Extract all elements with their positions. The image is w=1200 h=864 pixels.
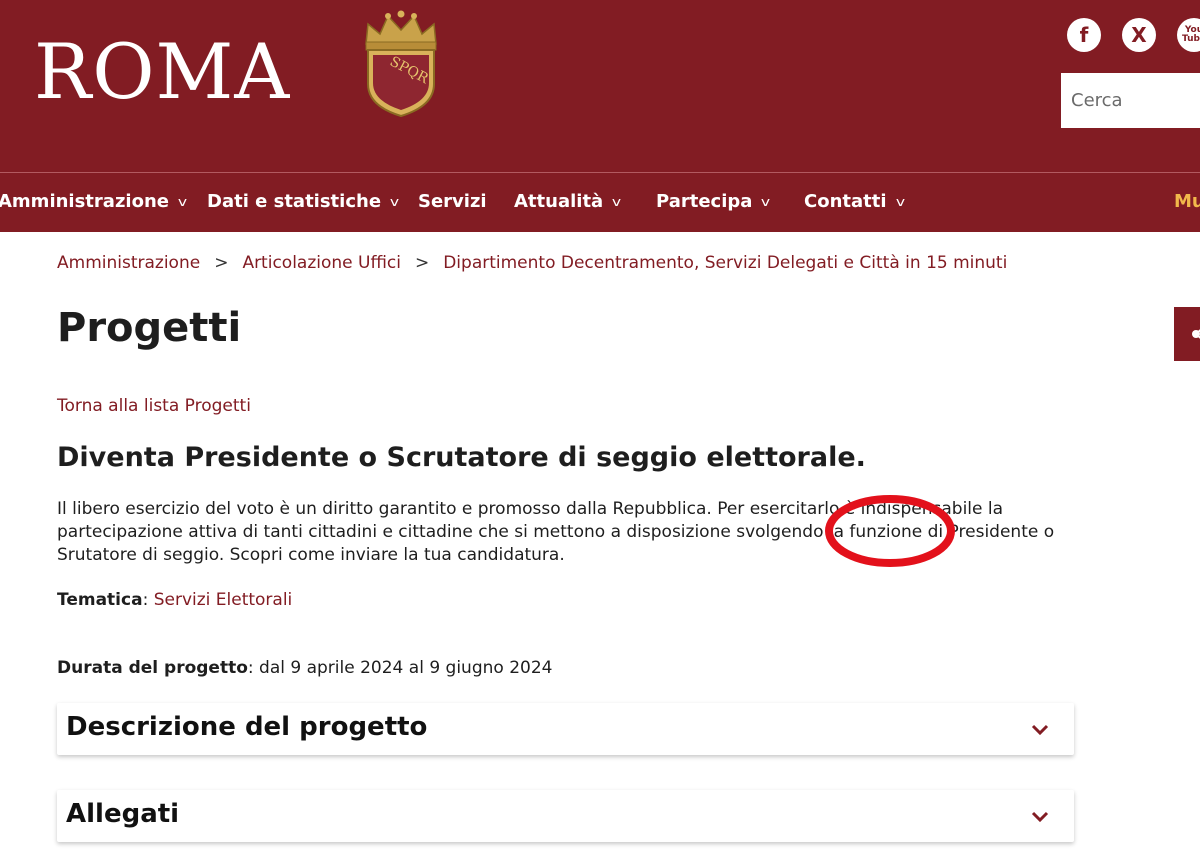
nav-item-servizi[interactable]: Servizi [418,191,487,212]
nav-item-attualita[interactable]: Attualità v [514,191,622,212]
back-to-projects-link[interactable]: Torna alla lista Progetti [57,396,251,416]
chevron-down-icon: v [177,194,188,209]
nav-item-dati-statistiche[interactable]: Dati e statistiche v [207,191,400,212]
project-title: Diventa Presidente o Scrutatore di seggi… [57,442,866,473]
durata-row: Durata del progetto: dal 9 aprile 2024 a… [57,658,553,678]
facebook-icon[interactable]: f [1067,18,1101,52]
page-title: Progetti [57,305,242,351]
breadcrumb-item-articolazione-uffici[interactable]: Articolazione Uffici [242,253,401,273]
roma-logo[interactable]: ROMA [34,34,290,110]
chevron-down-icon [1031,811,1049,823]
highlight-ellipse-annotation [825,495,955,567]
breadcrumb: Amministrazione > Articolazione Uffici >… [57,253,1007,273]
chevron-down-icon: v [761,194,771,209]
tematica-row: Tematica: Servizi Elettorali [57,590,293,610]
breadcrumb-separator: > [414,253,430,273]
youtube-icon[interactable]: You Tube [1177,18,1200,52]
durata-label: Durata del progetto [57,658,248,678]
nav-item-partecipa[interactable]: Partecipa v [656,191,771,212]
accordion-title: Descrizione del progetto [66,712,428,742]
search-input[interactable] [1061,73,1200,128]
breadcrumb-item-amministrazione[interactable]: Amministrazione [57,253,200,273]
tematica-link[interactable]: Servizi Elettorali [154,590,293,610]
nav-item-municipi[interactable]: Mu [1174,191,1200,212]
x-twitter-icon[interactable]: X [1122,18,1156,52]
chevron-down-icon [1031,724,1049,736]
chevron-down-icon: v [612,194,622,209]
site-header: ROMA SPQR f X You Tube [0,0,1200,172]
accordion-title: Allegati [66,799,180,829]
share-icon [1192,329,1200,339]
nav-item-contatti[interactable]: Contatti v [804,191,905,212]
chevron-down-icon: v [389,194,400,209]
tematica-label: Tematica [57,590,143,610]
breadcrumb-separator: > [214,253,229,273]
breadcrumb-item-dipartimento[interactable]: Dipartimento Decentramento, Servizi Dele… [443,253,1007,273]
chevron-down-icon: v [895,194,905,209]
accordion-allegati[interactable]: Allegati [57,790,1074,842]
share-button[interactable] [1174,307,1200,361]
main-navigation: Amministrazione v Dati e statistiche v S… [0,172,1200,232]
durata-value: dal 9 aprile 2024 al 9 giugno 2024 [259,658,553,678]
accordion-descrizione[interactable]: Descrizione del progetto [57,703,1074,755]
nav-item-amministrazione[interactable]: Amministrazione v [0,191,188,212]
spqr-crest-icon[interactable]: SPQR [358,10,444,118]
